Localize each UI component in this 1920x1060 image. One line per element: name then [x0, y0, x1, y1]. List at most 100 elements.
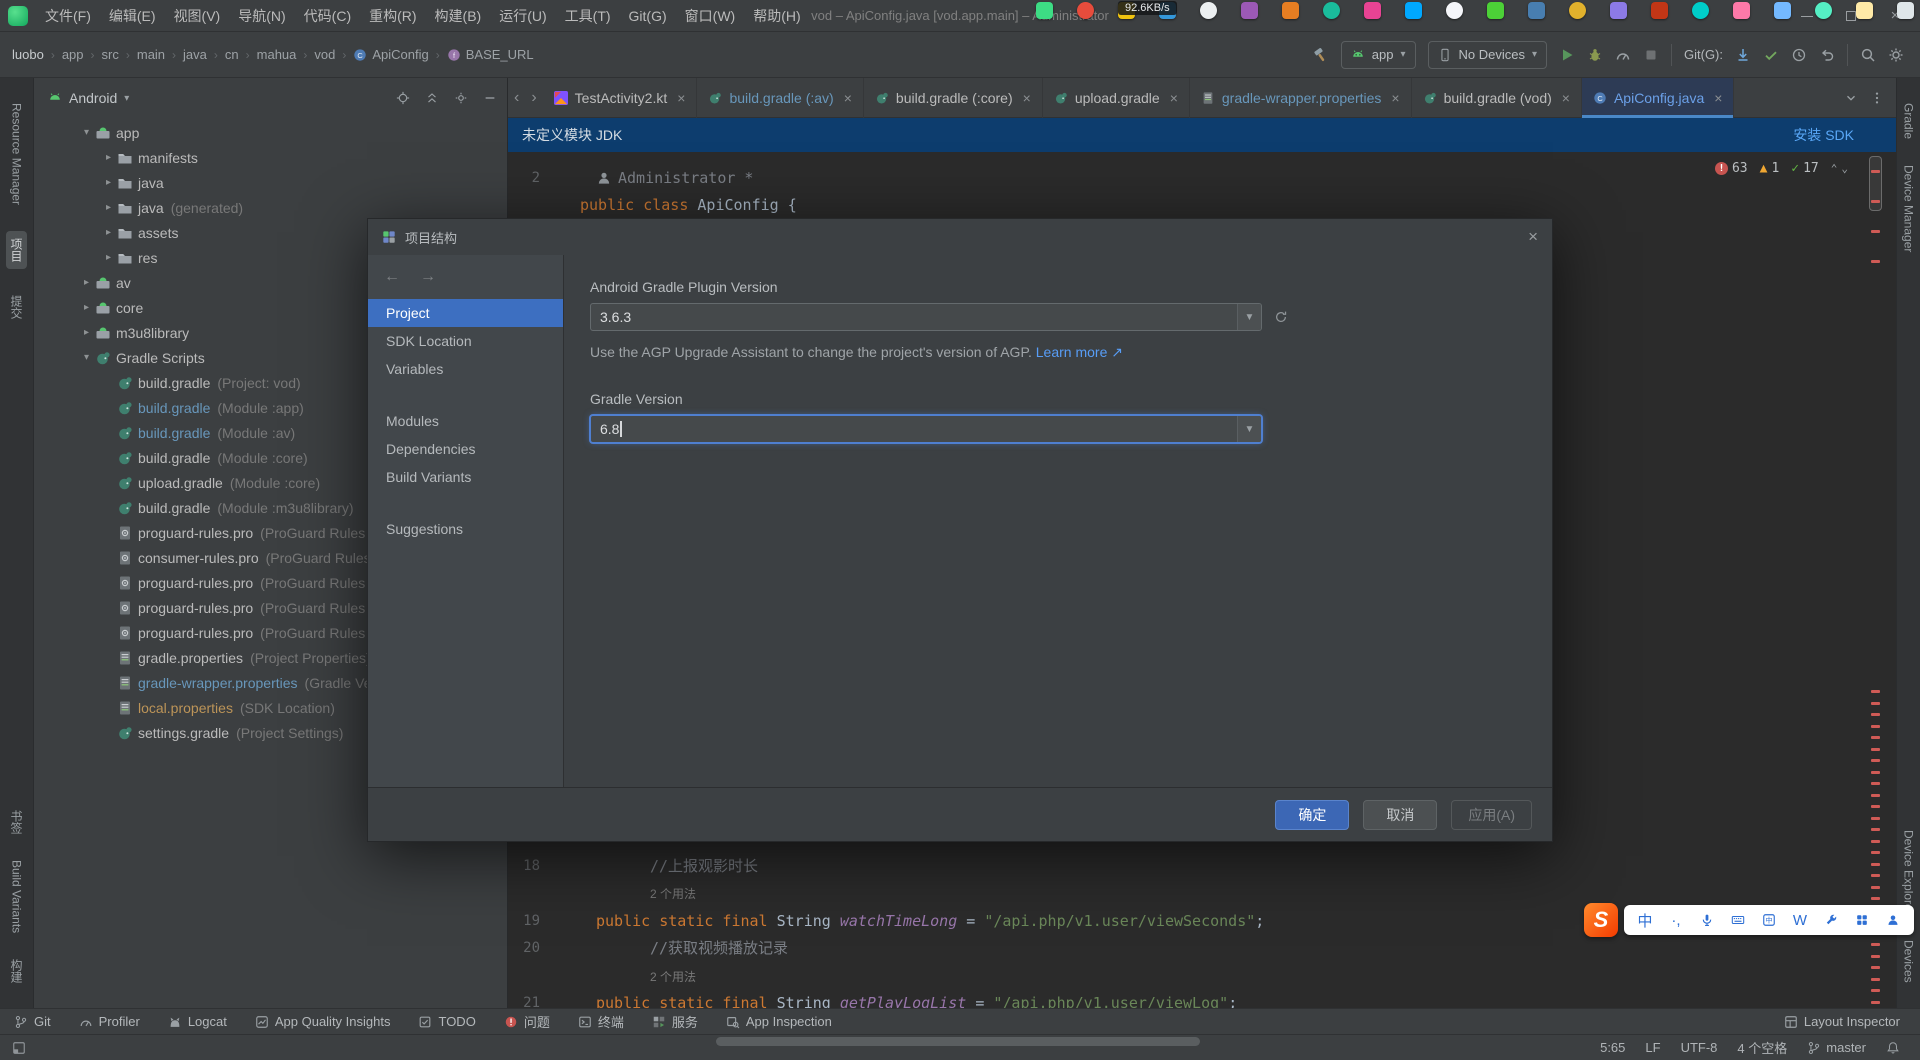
- ime-cn-en-button[interactable]: 中: [1761, 913, 1777, 927]
- notifications-bell-icon[interactable]: [1886, 1041, 1900, 1055]
- menu-navigate[interactable]: 导航(N): [229, 0, 294, 32]
- overlay-app-icon[interactable]: [1487, 2, 1504, 19]
- error-stripe-mark[interactable]: [1871, 863, 1880, 866]
- expanded-arrow-icon[interactable]: ▾: [78, 127, 95, 138]
- breadcrumb-item-vod[interactable]: vod: [314, 47, 335, 62]
- error-stripe-mark[interactable]: [1871, 817, 1880, 820]
- tree-item-app[interactable]: ▾app: [34, 120, 507, 145]
- error-stripe-mark[interactable]: [1871, 897, 1880, 900]
- ime-mic-button[interactable]: [1699, 913, 1715, 927]
- tool-window-button-todo[interactable]: TODO: [418, 1014, 475, 1029]
- tool-strip-button-书签[interactable]: 书签: [8, 810, 25, 834]
- overlay-app-icon[interactable]: [1446, 2, 1463, 19]
- tool-strip-button-device-explorer[interactable]: Device Explorer: [1902, 830, 1916, 915]
- forward-arrow-icon[interactable]: →: [420, 268, 436, 286]
- collapsed-arrow-icon[interactable]: ▸: [100, 227, 117, 238]
- breadcrumb-item-cn[interactable]: cn: [225, 47, 239, 62]
- overlay-app-icon[interactable]: [1733, 2, 1750, 19]
- overlay-app-icon[interactable]: [1651, 2, 1668, 19]
- tree-item-manifests[interactable]: ▸manifests: [34, 145, 507, 170]
- overlay-app-icon[interactable]: [1323, 2, 1340, 19]
- error-stripe-mark[interactable]: [1871, 702, 1880, 705]
- learn-more-link[interactable]: Learn more ↗: [1036, 344, 1123, 360]
- tool-strip-button-gradle[interactable]: Gradle: [1902, 103, 1916, 139]
- menu-tools[interactable]: 工具(T): [556, 0, 620, 32]
- overlay-app-icon[interactable]: [1815, 2, 1832, 19]
- error-count[interactable]: !63: [1715, 161, 1748, 176]
- tool-window-button-终端[interactable]: 终端: [578, 1012, 624, 1031]
- collapsed-arrow-icon[interactable]: ▸: [100, 177, 117, 188]
- tool-window-button-logcat[interactable]: Logcat: [168, 1014, 227, 1029]
- back-arrow-icon[interactable]: ←: [384, 268, 400, 286]
- ok-button[interactable]: 确定: [1275, 800, 1349, 830]
- error-stripe-mark[interactable]: [1871, 759, 1880, 762]
- tab-testactivity2-kt[interactable]: TestActivity2.kt×: [543, 78, 698, 118]
- tool-strip-button-build-variants[interactable]: Build Variants: [10, 860, 24, 933]
- error-stripe-mark[interactable]: [1871, 794, 1880, 797]
- collapsed-arrow-icon[interactable]: ▸: [78, 302, 95, 313]
- panel-settings-gear-icon[interactable]: [454, 91, 468, 105]
- error-stripe-mark[interactable]: [1871, 955, 1880, 958]
- overlay-app-icon[interactable]: [1528, 2, 1545, 19]
- tab-gradle-wrapper-properties[interactable]: gradle-wrapper.properties×: [1190, 78, 1412, 118]
- tab-close-icon[interactable]: ×: [1391, 90, 1399, 106]
- breadcrumb-item-apiconfig[interactable]: CApiConfig: [353, 47, 428, 62]
- menu-build[interactable]: 构建(B): [426, 0, 491, 32]
- error-stripe-mark[interactable]: [1871, 989, 1880, 992]
- breadcrumb-item-mahua[interactable]: mahua: [257, 47, 297, 62]
- tab-close-icon[interactable]: ×: [1170, 90, 1178, 106]
- prev-next-problem-icons[interactable]: ⌃⌄: [1831, 162, 1852, 175]
- passed-count[interactable]: ✓17: [1791, 161, 1818, 176]
- gradle-version-combobox[interactable]: 6.8 ▼: [590, 415, 1262, 443]
- error-stripe-mark[interactable]: [1871, 725, 1880, 728]
- tool-window-button-问题[interactable]: 问题: [504, 1012, 550, 1031]
- warning-count[interactable]: ▲1: [1760, 161, 1780, 176]
- error-stripe-mark[interactable]: [1871, 966, 1880, 969]
- collapsed-arrow-icon[interactable]: ▸: [78, 327, 95, 338]
- overlay-app-icon[interactable]: [1897, 2, 1914, 19]
- collapsed-arrow-icon[interactable]: ▸: [100, 202, 117, 213]
- menu-edit[interactable]: 编辑(E): [100, 0, 165, 32]
- error-stripe-mark[interactable]: [1871, 736, 1880, 739]
- error-stripe-mark[interactable]: [1871, 840, 1880, 843]
- dialog-nav-build-variants[interactable]: Build Variants: [368, 463, 563, 491]
- error-stripe-mark[interactable]: [1871, 1001, 1880, 1004]
- error-stripe-mark[interactable]: [1871, 851, 1880, 854]
- layout-inspector-button[interactable]: Layout Inspector: [1784, 1014, 1906, 1029]
- overlay-app-icon[interactable]: [1364, 2, 1381, 19]
- menu-refactor[interactable]: 重构(R): [360, 0, 425, 32]
- menu-run[interactable]: 运行(U): [490, 0, 555, 32]
- tool-strip-button-device-manager[interactable]: Device Manager: [1902, 165, 1916, 252]
- debug-button[interactable]: [1587, 47, 1603, 63]
- tool-window-button-服务[interactable]: 服务: [652, 1012, 698, 1031]
- dialog-close-icon[interactable]: ×: [1528, 227, 1538, 247]
- tab-close-icon[interactable]: ×: [677, 90, 685, 106]
- error-stripe-mark[interactable]: [1871, 874, 1880, 877]
- rollback-icon[interactable]: [1819, 47, 1835, 63]
- dialog-nav-project[interactable]: Project: [368, 299, 563, 327]
- tab-build-gradle-vod-[interactable]: build.gradle (vod)×: [1412, 78, 1582, 118]
- hide-panel-icon[interactable]: [483, 91, 497, 105]
- caret-position[interactable]: 5:65: [1600, 1040, 1625, 1055]
- dialog-nav-dependencies[interactable]: Dependencies: [368, 435, 563, 463]
- error-stripe-mark[interactable]: [1871, 805, 1880, 808]
- breadcrumb-item-java[interactable]: java: [183, 47, 207, 62]
- tool-strip-button-devices[interactable]: Devices: [1902, 940, 1916, 983]
- dialog-nav-variables[interactable]: Variables: [368, 355, 563, 383]
- overlay-app-icon[interactable]: [1856, 2, 1873, 19]
- tool-window-switcher-icon[interactable]: [12, 1041, 26, 1055]
- collapsed-arrow-icon[interactable]: ▸: [78, 277, 95, 288]
- overlay-app-icon[interactable]: [1282, 2, 1299, 19]
- menu-help[interactable]: 帮助(H): [744, 0, 809, 32]
- error-stripe-mark[interactable]: [1871, 771, 1880, 774]
- tab-upload-gradle[interactable]: upload.gradle×: [1043, 78, 1190, 118]
- dialog-nav-sdk-location[interactable]: SDK Location: [368, 327, 563, 355]
- tool-window-button-git[interactable]: Git: [14, 1014, 51, 1029]
- error-stripe-mark[interactable]: [1871, 230, 1880, 233]
- tab-build-gradle-av-[interactable]: build.gradle (:av)×: [697, 78, 863, 118]
- error-stripe-mark[interactable]: [1871, 170, 1880, 173]
- chevron-down-icon[interactable]: ▼: [1237, 416, 1261, 442]
- overlay-app-icon[interactable]: [1610, 2, 1627, 19]
- tab-apiconfig-java[interactable]: CApiConfig.java×: [1582, 78, 1734, 118]
- menu-view[interactable]: 视图(V): [165, 0, 230, 32]
